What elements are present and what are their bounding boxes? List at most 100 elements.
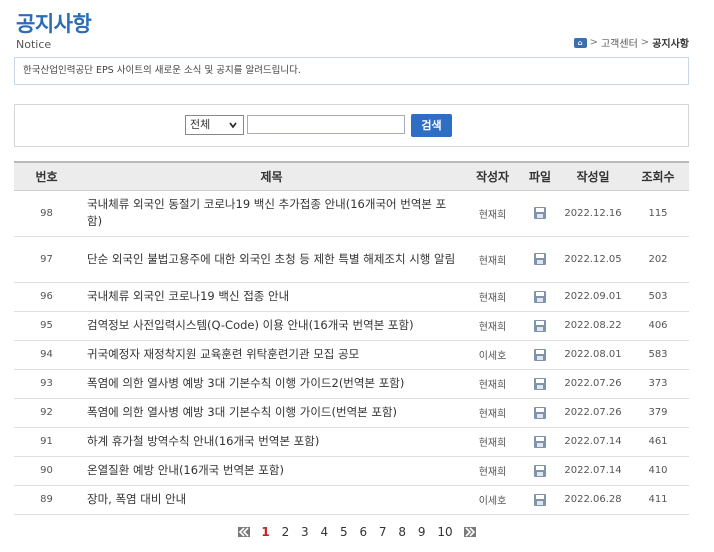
last-page-icon[interactable] <box>464 526 477 537</box>
page-link[interactable]: 2 <box>282 525 290 539</box>
table-row[interactable]: 97 단순 외국인 불법고용주에 대한 외국인 초청 등 제한 특별 해제조치 … <box>14 236 689 283</box>
row-title-link[interactable]: 온열질환 예방 안내(16개국 번역본 포함) <box>79 456 464 486</box>
row-author: 이세호 <box>464 485 521 515</box>
header-title: 제목 <box>79 161 464 191</box>
row-number: 95 <box>14 311 79 341</box>
page-link[interactable]: 4 <box>321 525 329 539</box>
row-author: 이세호 <box>464 340 521 370</box>
file-icon[interactable] <box>533 435 547 449</box>
table-row[interactable]: 91 하계 휴가철 방역수칙 안내(16개국 번역본 포함) 현재희 2022.… <box>14 427 689 457</box>
header-no: 번호 <box>14 161 79 191</box>
breadcrumb-current: 공지사항 <box>652 39 689 50</box>
file-icon[interactable] <box>533 252 547 266</box>
row-author: 현재희 <box>464 456 521 486</box>
breadcrumb-separator: > <box>640 37 650 48</box>
search-input[interactable] <box>247 115 405 134</box>
file-icon[interactable] <box>533 406 547 420</box>
file-icon[interactable] <box>533 319 547 333</box>
header-views: 조회수 <box>627 161 689 191</box>
page-link-current[interactable]: 1 <box>261 525 269 539</box>
row-date: 2022.07.26 <box>559 398 627 428</box>
row-file[interactable] <box>521 282 559 312</box>
table-header-row: 번호 제목 작성자 파일 작성일 조회수 <box>14 161 689 191</box>
table-row[interactable]: 94 귀국예정자 재정착지원 교육훈련 위탁훈련기관 모집 공모 이세호 202… <box>14 340 689 370</box>
first-page-icon[interactable] <box>237 526 250 537</box>
file-icon[interactable] <box>533 290 547 304</box>
page-link[interactable]: 3 <box>301 525 309 539</box>
row-date: 2022.07.26 <box>559 369 627 399</box>
row-file[interactable] <box>521 190 559 237</box>
file-icon[interactable] <box>533 377 547 391</box>
table-row[interactable]: 98 국내체류 외국인 동절기 코로나19 백신 추가접종 안내(16개국어 번… <box>14 190 689 237</box>
page-link[interactable]: 10 <box>437 525 452 539</box>
file-icon[interactable] <box>533 464 547 478</box>
row-title-link[interactable]: 귀국예정자 재정착지원 교육훈련 위탁훈련기관 모집 공모 <box>79 340 464 370</box>
page-link[interactable]: 7 <box>379 525 387 539</box>
row-file[interactable] <box>521 456 559 486</box>
table-row[interactable]: 95 검역정보 사전입력시스템(Q-Code) 이용 안내(16개국 번역본 포… <box>14 311 689 341</box>
row-views: 115 <box>627 190 689 237</box>
row-date: 2022.07.14 <box>559 456 627 486</box>
row-title-link[interactable]: 장마, 폭염 대비 안내 <box>79 485 464 515</box>
table-row[interactable]: 96 국내체류 외국인 코로나19 백신 접종 안내 현재희 2022.09.0… <box>14 282 689 312</box>
breadcrumb: ⌂ > 고객센터 > 공지사항 <box>573 35 689 50</box>
row-file[interactable] <box>521 427 559 457</box>
breadcrumb-separator: > <box>589 37 598 48</box>
pagination: 1 2 3 4 5 6 7 8 9 10 <box>0 524 714 539</box>
row-number: 93 <box>14 369 79 399</box>
row-author: 현재희 <box>464 236 521 283</box>
row-date: 2022.06.28 <box>559 485 627 515</box>
table-row[interactable]: 93 폭염에 의한 열사병 예방 3대 기본수칙 이행 가이드2(번역본 포함)… <box>14 369 689 399</box>
page-link[interactable]: 9 <box>418 525 426 539</box>
row-number: 89 <box>14 485 79 515</box>
row-title-link[interactable]: 국내체류 외국인 동절기 코로나19 백신 추가접종 안내(16개국어 번역본 … <box>79 190 464 237</box>
page-link[interactable]: 8 <box>398 525 406 539</box>
search-scope-value: 전체 <box>190 118 211 131</box>
row-title-link[interactable]: 하계 휴가철 방역수칙 안내(16개국 번역본 포함) <box>79 427 464 457</box>
row-number: 96 <box>14 282 79 312</box>
row-file[interactable] <box>521 485 559 515</box>
table-row[interactable]: 90 온열질환 예방 안내(16개국 번역본 포함) 현재희 2022.07.1… <box>14 456 689 486</box>
row-title-link[interactable]: 국내체류 외국인 코로나19 백신 접종 안내 <box>79 282 464 312</box>
file-icon[interactable] <box>533 348 547 362</box>
row-date: 2022.12.16 <box>559 190 627 237</box>
row-file[interactable] <box>521 340 559 370</box>
search-button[interactable]: 검색 <box>411 114 452 137</box>
row-number: 90 <box>14 456 79 486</box>
notice-intro: 한국산업인력공단 EPS 사이트의 새로운 소식 및 공지를 알려드립니다. <box>14 57 689 85</box>
row-views: 583 <box>627 340 689 370</box>
row-number: 97 <box>14 236 79 283</box>
notice-table: 번호 제목 작성자 파일 작성일 조회수 98 국내체류 외국인 동절기 코로나… <box>14 161 689 515</box>
row-author: 현재희 <box>464 398 521 428</box>
table-row[interactable]: 89 장마, 폭염 대비 안내 이세호 2022.06.28 411 <box>14 485 689 515</box>
row-file[interactable] <box>521 369 559 399</box>
breadcrumb-section[interactable]: 고객센터 <box>601 35 638 50</box>
row-file[interactable] <box>521 398 559 428</box>
search-scope-select[interactable]: 전체 <box>185 115 244 135</box>
row-date: 2022.07.14 <box>559 427 627 457</box>
row-title-link[interactable]: 검역정보 사전입력시스템(Q-Code) 이용 안내(16개국 번역본 포함) <box>79 311 464 341</box>
row-file[interactable] <box>521 311 559 341</box>
table-row[interactable]: 92 폭염에 의한 열사병 예방 3대 기본수칙 이행 가이드(번역본 포함) … <box>14 398 689 428</box>
row-views: 379 <box>627 398 689 428</box>
chevron-down-icon <box>229 122 237 129</box>
row-author: 현재희 <box>464 427 521 457</box>
row-date: 2022.08.22 <box>559 311 627 341</box>
file-icon[interactable] <box>533 493 547 507</box>
row-title-link[interactable]: 단순 외국인 불법고용주에 대한 외국인 초청 등 제한 특별 해제조치 시행 … <box>79 236 464 283</box>
row-title-link[interactable]: 폭염에 의한 열사병 예방 3대 기본수칙 이행 가이드(번역본 포함) <box>79 398 464 428</box>
row-views: 202 <box>627 236 689 283</box>
row-number: 92 <box>14 398 79 428</box>
row-date: 2022.12.05 <box>559 236 627 283</box>
home-icon[interactable]: ⌂ <box>573 37 587 48</box>
page-link[interactable]: 5 <box>340 525 348 539</box>
file-icon[interactable] <box>533 206 547 220</box>
row-views: 503 <box>627 282 689 312</box>
row-file[interactable] <box>521 236 559 283</box>
row-title-link[interactable]: 폭염에 의한 열사병 예방 3대 기본수칙 이행 가이드2(번역본 포함) <box>79 369 464 399</box>
row-author: 현재희 <box>464 190 521 237</box>
page-link[interactable]: 6 <box>359 525 367 539</box>
page-title: 공지사항 <box>16 12 92 36</box>
row-author: 현재희 <box>464 311 521 341</box>
row-views: 373 <box>627 369 689 399</box>
